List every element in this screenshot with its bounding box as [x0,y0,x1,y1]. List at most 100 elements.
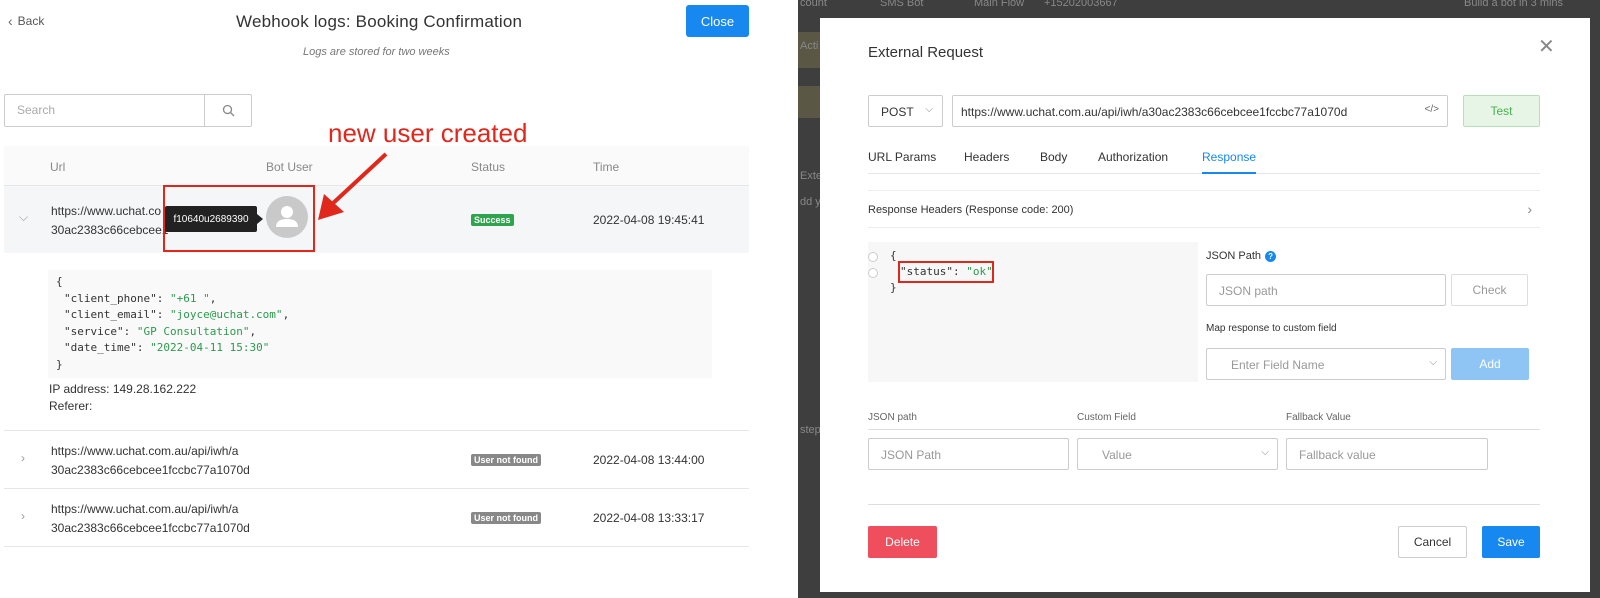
row-url-line1: https://www.uchat.com.au/api/iwh/a [51,502,239,516]
retention-note: Logs are stored for two weeks [303,46,450,58]
fallback-value-input[interactable]: Fallback value [1286,438,1488,470]
chevron-down-icon: ⌵ [925,104,933,115]
bg-breadcrumb: Main Flow [974,0,1025,9]
test-button[interactable]: Test [1463,95,1540,127]
chevron-right-icon[interactable]: › [21,509,25,523]
row-url-line2: 30ac2383c66cebcee1 [51,223,169,237]
custom-field-select[interactable]: Value ⌵ [1077,438,1278,470]
json-path-input[interactable]: JSON path [1206,274,1446,306]
response-headers-toggle[interactable]: Response Headers (Response code: 200) › [868,190,1540,228]
request-tabs: URL Params Headers Body Authorization Re… [868,148,1540,174]
tab-response[interactable]: Response [1202,150,1257,174]
column-status: Status [471,160,506,174]
payload-json: { "client_phone": "+61 ", "client_email"… [48,270,712,378]
webhook-logs-panel: ‹ Back Webhook logs: Booking Confirmatio… [0,0,798,598]
chevron-down-icon: ⌵ [1429,357,1437,368]
modal-title: External Request [868,44,984,61]
log-details: { "client_phone": "+61 ", "client_email"… [4,253,749,431]
mapping-json-path-input[interactable]: JSON Path [868,438,1069,470]
search-input[interactable]: Search [5,95,204,126]
tab-url-params[interactable]: URL Params [868,150,936,164]
bg-text: dd y [800,196,821,208]
code-icon[interactable]: </> [1425,104,1439,115]
chevron-right-icon[interactable]: › [21,451,25,465]
page-title: Webhook logs: Booking Confirmation [236,12,523,31]
map-field-label: Map response to custom field [1206,323,1337,334]
divider [868,504,1540,505]
delete-button[interactable]: Delete [868,526,937,558]
chevron-down-icon[interactable]: ⌵ [19,210,28,225]
row-url-line1: https://www.uchat.com.au/api/iwh/a [51,444,239,458]
close-button[interactable]: Close [686,5,749,37]
fold-icon[interactable] [868,252,878,262]
response-headers-label: Response Headers (Response code: 200) [868,204,1074,216]
row-url-line1: https://www.uchat.co [51,204,162,218]
chevron-down-icon: ⌵ [1261,447,1269,458]
ip-address: IP address: 149.28.162.222 [49,382,197,396]
status-badge: User not found [471,454,541,466]
save-button[interactable]: Save [1482,526,1540,558]
json-key: "service" [64,324,124,338]
bg-breadcrumb: SMS Bot [880,0,924,9]
divider [868,429,1540,430]
annotation-text: new user created [328,118,528,148]
column-bot-user: Bot User [266,160,313,174]
row-time: 2022-04-08 13:33:17 [593,511,705,525]
table-row[interactable]: › https://www.uchat.com.au/api/iwh/a 30a… [4,431,749,489]
field-name-select[interactable]: Enter Field Name ⌵ [1206,348,1446,380]
field-name-placeholder: Enter Field Name [1231,358,1325,372]
bg-text: Acti [800,40,819,52]
external-request-overlay: count SMS Bot Main Flow +15202003667 Bui… [798,0,1600,598]
column-time: Time [593,160,620,174]
bg-breadcrumb: +15202003667 [1044,0,1118,9]
url-input[interactable]: https://www.uchat.com.au/api/iwh/a30ac23… [952,95,1448,127]
annotation-arrow-icon [318,152,388,220]
json-brace: { [56,275,63,288]
status-badge: User not found [471,512,541,524]
json-brace: } [890,281,897,294]
tab-headers[interactable]: Headers [964,150,1009,164]
table-row[interactable]: › https://www.uchat.com.au/api/iwh/a 30a… [4,489,749,547]
search-button[interactable] [204,95,251,126]
json-value: "GP Consultation" [136,324,250,338]
row-url-line2: 30ac2383c66cebcee1fccbc77a1070d [51,463,250,477]
external-request-modal: External Request ✕ POST ⌵ https://www.uc… [820,18,1590,592]
bg-strip [798,86,820,118]
tab-authorization[interactable]: Authorization [1098,150,1168,164]
search-box: Search [4,94,252,127]
bg-text: step [800,424,821,436]
bg-build-link: Build a bot in 3 mins [1464,0,1564,9]
row-time: 2022-04-08 19:45:41 [593,213,705,227]
status-badge: Success [471,214,514,226]
referer: Referer: [49,399,93,413]
back-label: Back [17,14,45,28]
search-icon [222,104,234,117]
bg-breadcrumb: count [800,0,827,9]
custom-field-placeholder: Value [1102,448,1132,462]
column-custom-field: Custom Field [1077,412,1136,423]
json-path-label-text: JSON Path [1206,250,1262,262]
row-time: 2022-04-08 13:44:00 [593,453,705,467]
cancel-button[interactable]: Cancel [1398,526,1467,558]
json-value: "+61 " [169,291,210,305]
back-button[interactable]: ‹ Back [8,13,44,29]
method-value: POST [881,105,914,119]
fold-icon[interactable] [868,268,878,278]
method-select[interactable]: POST ⌵ [868,95,943,127]
json-brace: } [56,357,63,371]
tab-body[interactable]: Body [1040,150,1067,164]
row-url-line2: 30ac2383c66cebcee1fccbc77a1070d [51,521,250,535]
column-url: Url [50,160,66,174]
add-button[interactable]: Add [1451,348,1529,380]
url-value: https://www.uchat.com.au/api/iwh/a30ac23… [961,105,1348,119]
help-icon[interactable]: ? [1265,250,1277,262]
json-key: "client_phone" [64,291,157,305]
json-value: "joyce@uchat.com" [169,308,283,321]
json-value: "2022-04-11 15:30" [150,341,270,354]
check-button[interactable]: Check [1451,274,1528,306]
json-key: "date_time" [64,341,137,354]
json-brace: { [890,249,897,262]
close-icon[interactable]: ✕ [1538,34,1555,59]
bg-text: Exte [800,170,823,182]
column-json-path: JSON path [868,412,917,423]
